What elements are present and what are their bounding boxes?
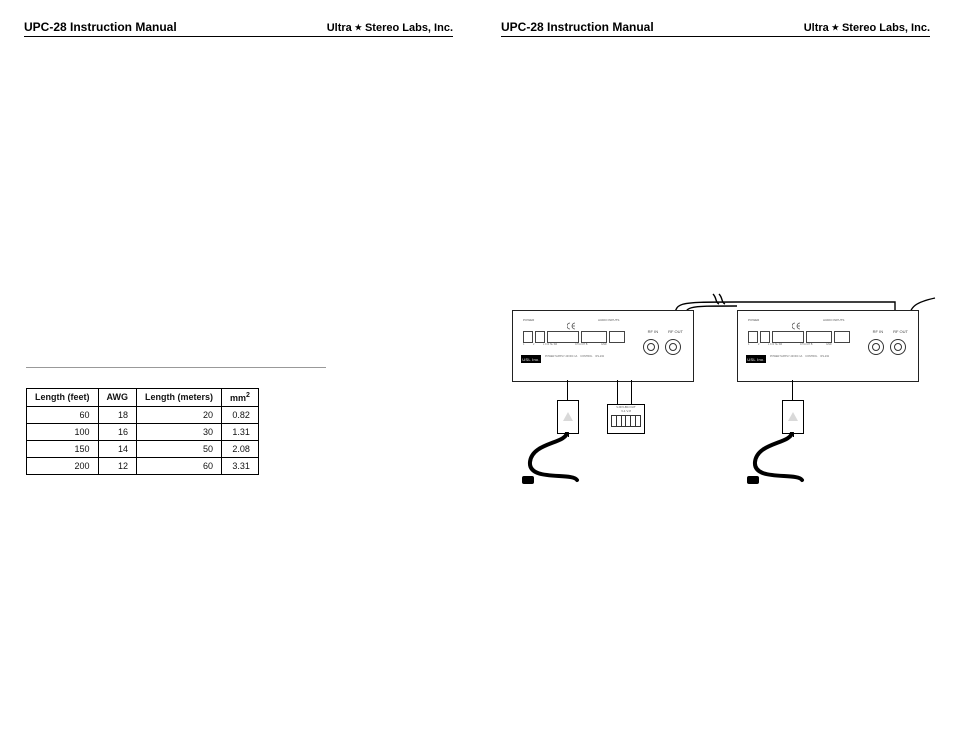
header-company: Ultra ★ Stereo Labs, Inc.	[804, 22, 930, 34]
table-row: 150 14 50 2.08	[27, 440, 259, 457]
signal-wire	[617, 380, 618, 404]
company-ultra: Ultra	[327, 22, 352, 34]
rf-out-label: RF OUT	[668, 329, 683, 334]
header-left-page: UPC-28 Instruction Manual Ultra ★ Stereo…	[24, 20, 453, 37]
header-right-page: UPC-28 Instruction Manual Ultra ★ Stereo…	[501, 20, 930, 37]
unit-top-labels: POWERAUDIO INPUTS	[523, 318, 683, 322]
rf-labels: RF IN RF OUT	[648, 329, 683, 334]
unit-bottom-text: POWER SUPPLY 24VDC 1ACONTROLRS-232	[770, 355, 908, 358]
upc-unit-left: POWERAUDIO INPUTS 12 L C R SL SR CH A CH…	[512, 310, 694, 382]
terminal-block: V-R/V-B4 OUT V-1 V-8	[607, 404, 645, 434]
star-icon: ★	[832, 23, 839, 32]
usl-badge: USL Inc.	[521, 355, 541, 363]
rf-out-jack-icon	[890, 339, 906, 355]
rf-in-jack-icon	[868, 339, 884, 355]
terminal-row	[611, 415, 641, 427]
rf-in-label: RF IN	[648, 329, 658, 334]
cell: 60	[27, 406, 99, 423]
header-title: UPC-28 Instruction Manual	[501, 20, 654, 34]
power-brick	[557, 400, 579, 434]
header-title: UPC-28 Instruction Manual	[24, 20, 177, 34]
unit-bottom-text: POWER SUPPLY 24VDC 1ACONTROLRS-232	[545, 355, 683, 358]
cell: 60	[137, 457, 222, 474]
rf-jacks	[643, 339, 681, 355]
table-row: 100 16 30 1.31	[27, 423, 259, 440]
cable-break-icon	[711, 292, 727, 306]
col-awg: AWG	[98, 388, 137, 406]
cell: 30	[137, 423, 222, 440]
table-row: 200 12 60 3.31	[27, 457, 259, 474]
rf-labels: RF IN RF OUT	[873, 329, 908, 334]
wire-gauge-table: Length (feet) AWG Length (meters) mm2 60…	[26, 388, 259, 475]
upc-unit-right: POWERAUDIO INPUTS 12 L C R SL SR CH A CH…	[737, 310, 919, 382]
rf-in-label: RF IN	[873, 329, 883, 334]
table-row: 60 18 20 0.82	[27, 406, 259, 423]
table-caption	[26, 367, 326, 382]
cell: 50	[137, 440, 222, 457]
rf-jacks	[868, 339, 906, 355]
col-length-feet: Length (feet)	[27, 388, 99, 406]
cell: 14	[98, 440, 137, 457]
terminal-label-sub: V-1 V-8	[608, 409, 644, 413]
power-wire	[792, 380, 793, 400]
rf-out-label: RF OUT	[893, 329, 908, 334]
signal-wire	[631, 380, 632, 404]
page-left: UPC-28 Instruction Manual Ultra ★ Stereo…	[0, 0, 477, 738]
page-right: UPC-28 Instruction Manual Ultra ★ Stereo…	[477, 0, 954, 738]
wiring-diagram: POWERAUDIO INPUTS 12 L C R SL SR CH A CH…	[497, 300, 934, 510]
table-header-row: Length (feet) AWG Length (meters) mm2	[27, 388, 259, 406]
header-company: Ultra ★ Stereo Labs, Inc.	[327, 22, 453, 34]
power-cord-icon	[522, 432, 592, 487]
col-mm2: mm2	[222, 388, 259, 406]
rf-in-jack-icon	[643, 339, 659, 355]
cell: 20	[137, 406, 222, 423]
cell: 2.08	[222, 440, 259, 457]
company-stereo-labs: Stereo Labs, Inc.	[365, 22, 453, 34]
cell: 18	[98, 406, 137, 423]
cell: 150	[27, 440, 99, 457]
power-cord-icon	[747, 432, 817, 487]
star-icon: ★	[355, 23, 362, 32]
rf-out-jack-icon	[665, 339, 681, 355]
power-wire	[567, 380, 568, 400]
cell: 1.31	[222, 423, 259, 440]
cell: 12	[98, 457, 137, 474]
col-length-meters: Length (meters)	[137, 388, 222, 406]
company-stereo-labs: Stereo Labs, Inc.	[842, 22, 930, 34]
company-ultra: Ultra	[804, 22, 829, 34]
cell: 0.82	[222, 406, 259, 423]
cell: 200	[27, 457, 99, 474]
power-brick	[782, 400, 804, 434]
cell: 3.31	[222, 457, 259, 474]
usl-badge: USL Inc.	[746, 355, 766, 363]
unit-top-labels: POWERAUDIO INPUTS	[748, 318, 908, 322]
cell: 16	[98, 423, 137, 440]
cell: 100	[27, 423, 99, 440]
